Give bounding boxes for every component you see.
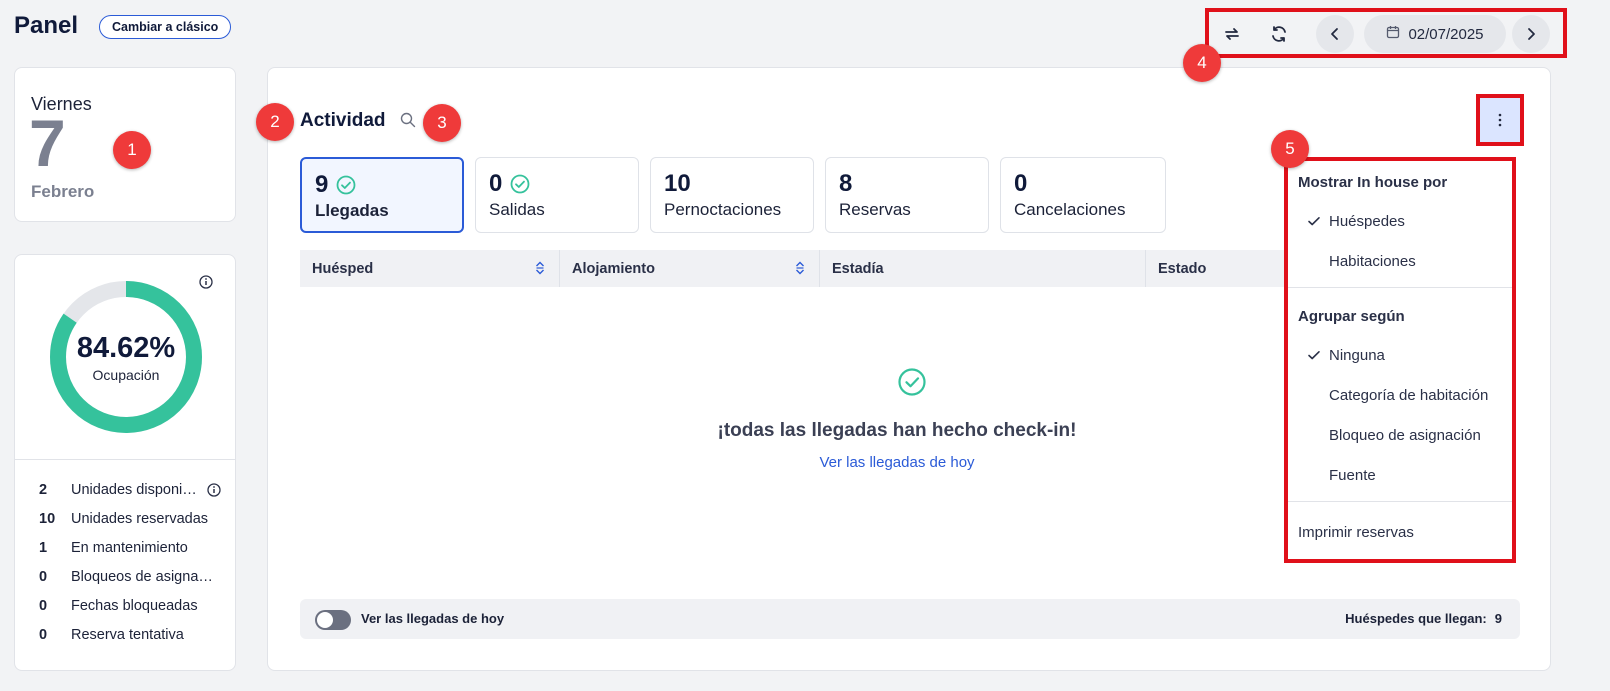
kpi-count: 8 (839, 170, 853, 197)
stat-count: 2 (39, 481, 48, 498)
day-number: 7 (29, 106, 66, 180)
check-circle-icon (336, 175, 356, 195)
kpi-departures[interactable]: 0 Salidas (475, 157, 639, 233)
sort-icon[interactable] (535, 261, 545, 279)
menu-item-rooms[interactable]: Habitaciones (1329, 253, 1416, 270)
unit-stats: 2 Unidades disponi… 10 Unidades reservad… (39, 475, 229, 649)
info-icon[interactable] (207, 482, 221, 497)
column-stay[interactable]: Estadía (820, 250, 1146, 287)
stat-row: 0 Bloqueos de asigna… (39, 562, 229, 591)
column-label: Huésped (312, 260, 374, 277)
menu-item-room-category[interactable]: Categoría de habitación (1329, 387, 1488, 404)
kpi-reservations[interactable]: 8 Reservas (825, 157, 989, 233)
stat-count: 0 (39, 568, 48, 585)
view-todays-arrivals-link[interactable]: Ver las llegadas de hoy (668, 454, 1126, 471)
divider (1288, 501, 1512, 502)
stat-row: 10 Unidades reservadas (39, 504, 229, 533)
stat-label: Bloqueos de asigna… (71, 568, 213, 585)
swap-icon[interactable] (1214, 19, 1250, 49)
switch-classic-button[interactable]: Cambiar a clásico (99, 15, 232, 39)
stat-count: 0 (39, 597, 48, 614)
menu-item-none[interactable]: Ninguna (1329, 347, 1385, 364)
activity-footer: Ver las llegadas de hoy Huéspedes que ll… (300, 599, 1520, 639)
annotation-badge: 2 (256, 103, 294, 141)
menu-item-source[interactable]: Fuente (1329, 467, 1376, 484)
stat-row: 1 En mantenimiento (39, 533, 229, 562)
kpi-label: Cancelaciones (1014, 200, 1126, 219)
kpi-count: 9 (315, 171, 329, 198)
occupancy-percent: 84.62% (76, 332, 176, 364)
kpi-count: 0 (489, 170, 503, 197)
toggle-label: Ver las llegadas de hoy (361, 611, 505, 626)
date-picker[interactable]: 02/07/2025 (1364, 15, 1506, 53)
refresh-icon[interactable] (1261, 19, 1297, 49)
stat-label: Unidades reservadas (71, 510, 209, 527)
column-label: Alojamiento (572, 260, 655, 277)
stat-count: 0 (39, 626, 48, 643)
annotation-badge: 4 (1183, 44, 1221, 82)
activity-title: Actividad (300, 110, 386, 131)
column-status[interactable]: Estado (1146, 250, 1284, 287)
kpi-label: Salidas (489, 200, 545, 219)
check-circle-icon (897, 367, 927, 402)
kpi-arrivals[interactable]: 9 Llegadas (300, 157, 464, 233)
stat-label: Unidades disponi… (71, 481, 197, 498)
stat-label: En mantenimiento (71, 539, 188, 556)
arriving-guests-label: Huéspedes que llegan: (1345, 611, 1487, 626)
menu-item-print-reservations[interactable]: Imprimir reservas (1298, 524, 1414, 541)
check-icon (1307, 348, 1321, 362)
more-options-button[interactable] (1476, 94, 1524, 146)
date-value: 02/07/2025 (1408, 25, 1484, 43)
more-vertical-icon (1498, 113, 1502, 127)
stat-label: Reserva tentativa (71, 626, 184, 643)
column-label: Estadía (832, 260, 884, 277)
kpi-count: 10 (664, 170, 691, 197)
sort-icon[interactable] (795, 261, 805, 279)
search-icon[interactable] (400, 112, 416, 133)
column-accommodation[interactable]: Alojamiento (560, 250, 820, 287)
kpi-label: Pernoctaciones (664, 200, 782, 219)
annotation-badge: 3 (423, 104, 461, 142)
occupancy-label: Ocupación (92, 367, 160, 383)
calendar-icon (1386, 25, 1400, 43)
check-circle-icon (510, 174, 530, 194)
stat-label: Fechas bloqueadas (71, 597, 198, 614)
kpi-overnights[interactable]: 10 Pernoctaciones (650, 157, 814, 233)
table-header: Huésped Alojamiento Estadía Estado (300, 250, 1284, 287)
column-guest[interactable]: Huésped (300, 250, 560, 287)
divider (15, 459, 235, 460)
kpi-count: 0 (1014, 170, 1028, 197)
menu-item-guests[interactable]: Huéspedes (1329, 213, 1405, 230)
page-title: Panel (14, 12, 79, 39)
menu-item-assignment-block[interactable]: Bloqueo de asignación (1329, 427, 1481, 444)
column-label: Estado (1158, 260, 1207, 277)
empty-state-title: ¡todas las llegadas han hecho check-in! (717, 420, 1077, 441)
stat-row: 0 Fechas bloqueadas (39, 591, 229, 620)
check-icon (1307, 214, 1321, 228)
arriving-guests-count: 9 (1494, 611, 1502, 626)
stat-row: 0 Reserva tentativa (39, 620, 229, 649)
todays-arrivals-toggle[interactable] (315, 610, 351, 630)
occupancy-card: 84.62% Ocupación 2 Unidades disponi… 10 … (14, 254, 236, 671)
menu-section-inhouse: Mostrar In house por (1298, 174, 1448, 191)
kpi-label: Reservas (839, 200, 911, 219)
options-menu: Mostrar In house por Huéspedes Habitacio… (1284, 157, 1516, 563)
stat-count: 10 (39, 510, 56, 527)
arriving-guests-summary: Huéspedes que llegan: 9 (1345, 611, 1502, 626)
stat-count: 1 (39, 539, 48, 556)
kpi-cancellations[interactable]: 0 Cancelaciones (1000, 157, 1166, 233)
menu-section-group: Agrupar según (1298, 308, 1405, 325)
divider (1288, 287, 1512, 288)
month: Febrero (31, 182, 95, 201)
chevron-right-icon[interactable] (1512, 15, 1550, 53)
chevron-left-icon[interactable] (1316, 15, 1354, 53)
kpi-label: Llegadas (315, 201, 389, 220)
date-toolbar: 02/07/2025 (1205, 8, 1567, 58)
annotation-badge: 5 (1271, 130, 1309, 168)
annotation-badge: 1 (113, 131, 151, 169)
stat-row: 2 Unidades disponi… (39, 475, 229, 504)
